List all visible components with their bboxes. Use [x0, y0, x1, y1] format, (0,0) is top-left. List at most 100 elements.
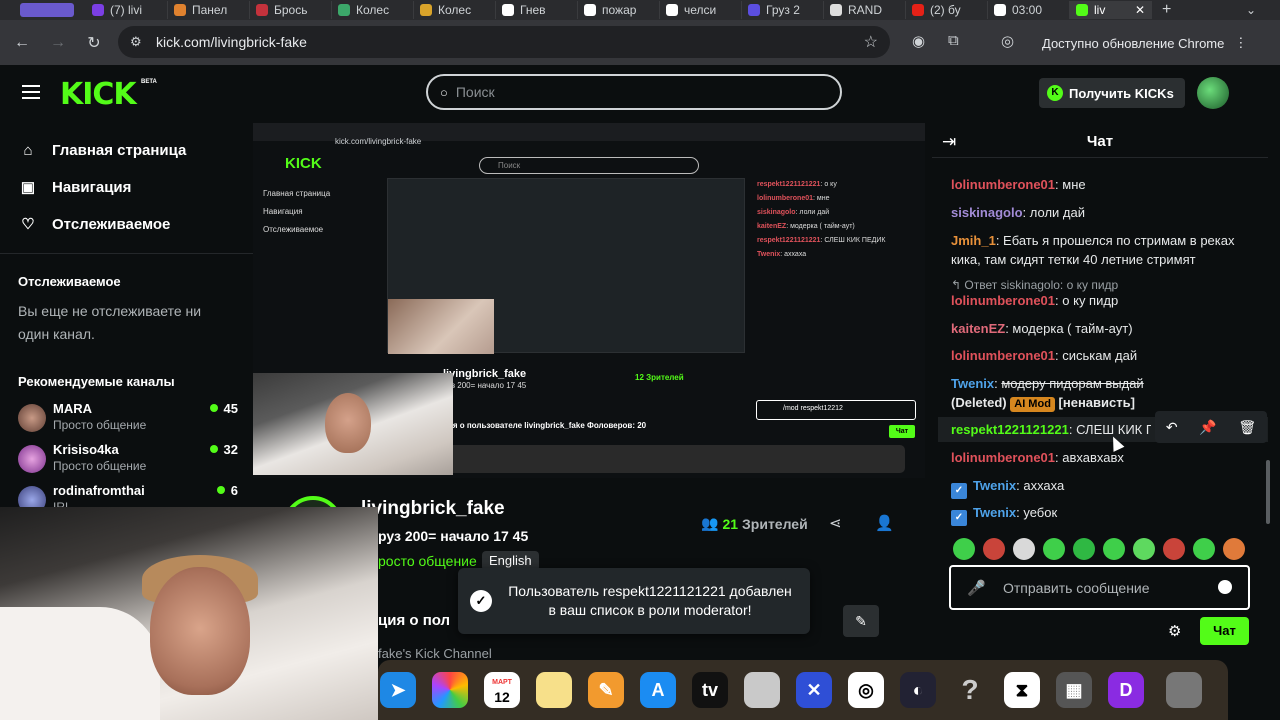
- chatgpt-icon[interactable]: ◎: [848, 672, 884, 708]
- browser-tab[interactable]: (2) бу: [906, 1, 988, 19]
- browser-tab[interactable]: (7) livi: [86, 1, 168, 19]
- browser-tab[interactable]: челси: [660, 1, 742, 19]
- chat-message[interactable]: kaitenEZ: модерка ( тайм-аут): [951, 319, 1251, 338]
- close-icon[interactable]: ✕: [1135, 3, 1145, 17]
- following-title: Отслеживаемое: [18, 274, 121, 289]
- emote-icon[interactable]: [1193, 538, 1215, 560]
- puzzle-icon[interactable]: ⧉: [948, 32, 959, 49]
- chat-message[interactable]: lolinumberone01: мне: [951, 175, 1251, 194]
- sidebar-item-following[interactable]: ♡ Отслеживаемое: [18, 211, 170, 237]
- apple-tv-icon[interactable]: tv: [692, 672, 728, 708]
- profile-tab[interactable]: [20, 3, 74, 17]
- profile-icon[interactable]: ◎: [1001, 32, 1014, 50]
- chrome-update-button[interactable]: Доступно обновление Chrome ⋮: [1030, 28, 1265, 58]
- extension-icon[interactable]: ◉: [912, 32, 925, 50]
- browser-tab[interactable]: Гнев: [496, 1, 578, 19]
- address-bar[interactable]: ⚙ kick.com/livingbrick-fake ☆: [118, 26, 890, 58]
- browser-tab[interactable]: Панел: [168, 1, 250, 19]
- chat-message[interactable]: Jmih_1: Ебать я прошелся по стримам в ре…: [951, 231, 1251, 269]
- gear-icon[interactable]: ⚙: [1168, 622, 1181, 640]
- viewers-icon: 👥: [701, 515, 719, 531]
- more-icon[interactable]: ⋮: [1234, 35, 1247, 51]
- bookmark-star-icon[interactable]: ☆: [864, 32, 878, 52]
- emote-icon[interactable]: [953, 538, 975, 560]
- browser-tab[interactable]: Колес: [332, 1, 414, 19]
- emote-icon[interactable]: [1043, 538, 1065, 560]
- telegram-icon[interactable]: ➤: [380, 672, 416, 708]
- chat-message[interactable]: lolinumberone01: сиськам дай: [951, 346, 1251, 365]
- user-settings-icon[interactable]: 👤: [875, 514, 894, 532]
- emote-icon[interactable]: [1163, 538, 1185, 560]
- browser-tab[interactable]: Колес: [414, 1, 496, 19]
- chat-message-deleted[interactable]: Twenix: модеру пидорам выдай (Deleted) A…: [951, 374, 1191, 412]
- photos-icon[interactable]: [432, 672, 468, 708]
- calculator-icon[interactable]: ▦: [1056, 672, 1092, 708]
- sidebar-item-home[interactable]: ⌂ Главная страница: [18, 137, 186, 163]
- chat-scrollbar[interactable]: [1266, 460, 1270, 524]
- reload-button[interactable]: ↻: [76, 33, 112, 53]
- browser-tab[interactable]: Брось: [250, 1, 332, 19]
- app-store-icon[interactable]: A: [640, 672, 676, 708]
- emote-icon[interactable]: [1133, 538, 1155, 560]
- kick-logo[interactable]: KICK: [60, 77, 137, 112]
- stream-category[interactable]: росто общение: [378, 553, 477, 569]
- recommended-channel[interactable]: MARA Просто общение 45: [18, 401, 238, 441]
- emote-icon[interactable]: [1013, 538, 1035, 560]
- emote-bar: [953, 538, 1253, 560]
- get-kicks-button[interactable]: K Получить KICKs: [1039, 78, 1185, 108]
- google-icon: [584, 4, 596, 16]
- browser-tab[interactable]: Груз 2: [742, 1, 824, 19]
- delete-icon[interactable]: 🗑: [1238, 419, 1256, 436]
- forward-button[interactable]: →: [40, 34, 76, 52]
- pages-icon[interactable]: ✎: [588, 672, 624, 708]
- microphone-icon[interactable]: 🎤: [967, 579, 986, 597]
- channel-name[interactable]: livingbrick_fake: [361, 498, 505, 520]
- emote-icon[interactable]: [983, 538, 1005, 560]
- emote-icon[interactable]: [1073, 538, 1095, 560]
- user-avatar[interactable]: [1197, 77, 1229, 109]
- share-icon[interactable]: ⋖: [829, 514, 842, 532]
- iphone-mirroring-icon[interactable]: [744, 672, 780, 708]
- edit-pencil-icon[interactable]: ✎: [843, 605, 879, 637]
- chat-message-input[interactable]: 🎤 Отправить сообщение: [949, 565, 1250, 610]
- site-settings-icon[interactable]: ⚙: [130, 34, 146, 50]
- new-tab-button[interactable]: +: [1162, 1, 1171, 19]
- search-input[interactable]: ○ Поиск: [426, 74, 842, 110]
- back-button[interactable]: ←: [4, 34, 40, 52]
- chat-message[interactable]: lolinumberone01: авхавхавх: [951, 448, 1251, 467]
- app-icon[interactable]: D: [1108, 672, 1144, 708]
- nested-webcam: [253, 373, 453, 475]
- trash-icon[interactable]: [1166, 672, 1202, 708]
- pin-icon[interactable]: 📌: [1199, 419, 1216, 436]
- channel-avatar: [18, 445, 46, 473]
- emote-icon[interactable]: [1103, 538, 1125, 560]
- browser-tab[interactable]: пожар: [578, 1, 660, 19]
- chat-send-button[interactable]: Чат: [1200, 617, 1249, 645]
- obs-icon[interactable]: ◐: [900, 672, 936, 708]
- sidebar-item-browse[interactable]: ▣ Навигация: [18, 174, 132, 200]
- xcode-icon[interactable]: ✕: [796, 672, 832, 708]
- browser-tab-active[interactable]: liv ✕: [1070, 1, 1152, 19]
- message-actions: ↶ 📌 🗑: [1155, 411, 1267, 443]
- capcut-icon[interactable]: ⧗: [1004, 672, 1040, 708]
- chat-message[interactable]: lolinumberone01: о ку пидр: [951, 291, 1251, 310]
- browser-tab[interactable]: 03:00: [988, 1, 1070, 19]
- live-viewers: 6: [217, 483, 238, 498]
- notes-icon[interactable]: [536, 672, 572, 708]
- chat-message[interactable]: ✓ Twenix: уебок: [951, 503, 1251, 526]
- recommended-channel[interactable]: Krisiso4ka Просто общение 32: [18, 442, 238, 482]
- menu-icon[interactable]: [22, 85, 40, 99]
- following-empty-text: Вы еще не отслеживаете ни один канал.: [18, 303, 202, 342]
- chat-message[interactable]: ✓ Twenix: аххаха: [951, 476, 1251, 499]
- emote-icon[interactable]: [1223, 538, 1245, 560]
- calendar-icon[interactable]: МАРТ 12: [484, 672, 520, 708]
- chat-message[interactable]: siskinagolo: лоли дай: [951, 203, 1251, 222]
- verified-badge-icon: ✓: [951, 510, 967, 526]
- reply-icon[interactable]: ↶: [1166, 419, 1178, 436]
- help-icon[interactable]: ?: [952, 672, 988, 708]
- chat-message[interactable]: respekt1221121221: СЛЕШ КИК ПЕДИК: [951, 420, 1151, 439]
- check-icon: ✓: [470, 590, 492, 612]
- browser-tab[interactable]: RAND: [824, 1, 906, 19]
- chevron-down-icon[interactable]: ⌄: [1246, 3, 1256, 17]
- emoji-icon[interactable]: [1218, 580, 1232, 594]
